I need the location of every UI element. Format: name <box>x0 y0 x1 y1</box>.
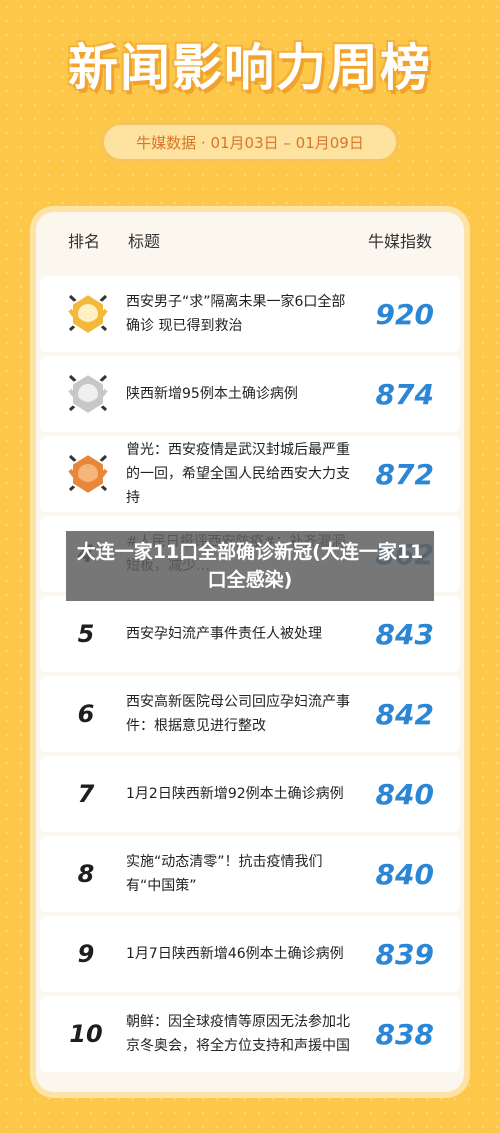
bronze-medal-icon <box>68 452 108 496</box>
table-row[interactable]: 6 西安高新医院母公司回应孕妇流产事件：根据意见进行整改 842 <box>40 676 460 752</box>
row-score: 840 <box>375 777 434 811</box>
row-title: 西安孕妇流产事件责任人被处理 <box>126 626 322 642</box>
table-header: 排名 标题 牛媒指数 <box>36 212 464 268</box>
table-row[interactable]: 9 1月7日陕西新增46例本土确诊病例 839 <box>40 916 460 992</box>
row-title: 西安高新医院母公司回应孕妇流产事件：根据意见进行整改 <box>126 694 350 734</box>
row-title: 曾光：西安疫情是武汉封城后最严重的一回，希望全国人民给西安大力支持 <box>126 442 350 506</box>
table-row[interactable]: 8 实施“动态清零”！抗击疫情我们有“中国策” 840 <box>40 836 460 912</box>
table-row[interactable]: 5 西安孕妇流产事件责任人被处理 843 <box>40 596 460 672</box>
banner-text: 大连一家11口全部确诊新冠(大连一家11口全感染) <box>76 541 424 591</box>
row-score: 920 <box>375 297 434 331</box>
row-score: 872 <box>375 457 434 491</box>
row-rank: 5 <box>77 620 95 648</box>
row-score: 840 <box>375 857 434 891</box>
row-rank: 7 <box>77 780 95 808</box>
row-score: 874 <box>375 377 434 411</box>
table-row[interactable]: 曾光：西安疫情是武汉封城后最严重的一回，希望全国人民给西安大力支持 872 <box>40 436 460 512</box>
row-score: 843 <box>375 617 434 651</box>
row-rank: 6 <box>77 700 95 728</box>
row-score: 839 <box>375 937 434 971</box>
date-range-text: 牛媒数据 · 01月03日 – 01月09日 <box>136 133 364 152</box>
row-title: 1月2日陕西新增92例本土确诊病例 <box>126 786 344 802</box>
gold-medal-icon <box>68 292 108 336</box>
row-score: 838 <box>375 1017 434 1051</box>
ranking-card: 排名 标题 牛媒指数 西安男子“求”隔离未果一家6口全部确诊 现已得到救治 92… <box>36 212 464 1092</box>
table-row[interactable]: 10 朝鲜：因全球疫情等原因无法参加北京冬奥会，将全方位支持和声援中国 838 <box>40 996 460 1072</box>
row-title: 实施“动态清零”！抗击疫情我们有“中国策” <box>126 854 323 894</box>
table-row[interactable]: 陕西新增95例本土确诊病例 874 <box>40 356 460 432</box>
date-range-pill: 牛媒数据 · 01月03日 – 01月09日 <box>101 122 399 162</box>
column-index: 牛媒指数 <box>367 232 432 251</box>
column-title: 标题 <box>128 232 161 251</box>
table-row[interactable]: 西安男子“求”隔离未果一家6口全部确诊 现已得到救治 920 <box>40 276 460 352</box>
page-title: 新闻影响力周榜 <box>68 39 432 97</box>
row-score: 842 <box>375 697 434 731</box>
table-row[interactable]: 7 1月2日陕西新增92例本土确诊病例 840 <box>40 756 460 832</box>
column-rank: 排名 <box>68 232 101 251</box>
row-title: 陕西新增95例本土确诊病例 <box>126 386 298 402</box>
silver-medal-icon <box>68 372 108 416</box>
row-title: 朝鲜：因全球疫情等原因无法参加北京冬奥会，将全方位支持和声援中国 <box>126 1014 350 1054</box>
row-rank: 8 <box>77 860 95 888</box>
row-rank: 10 <box>69 1020 103 1048</box>
row-title: 1月7日陕西新增46例本土确诊病例 <box>126 946 344 962</box>
row-title: 西安男子“求”隔离未果一家6口全部确诊 现已得到救治 <box>126 294 346 334</box>
overlay-banner[interactable]: 大连一家11口全部确诊新冠(大连一家11口全感染) <box>66 531 434 601</box>
row-rank: 9 <box>77 940 95 968</box>
